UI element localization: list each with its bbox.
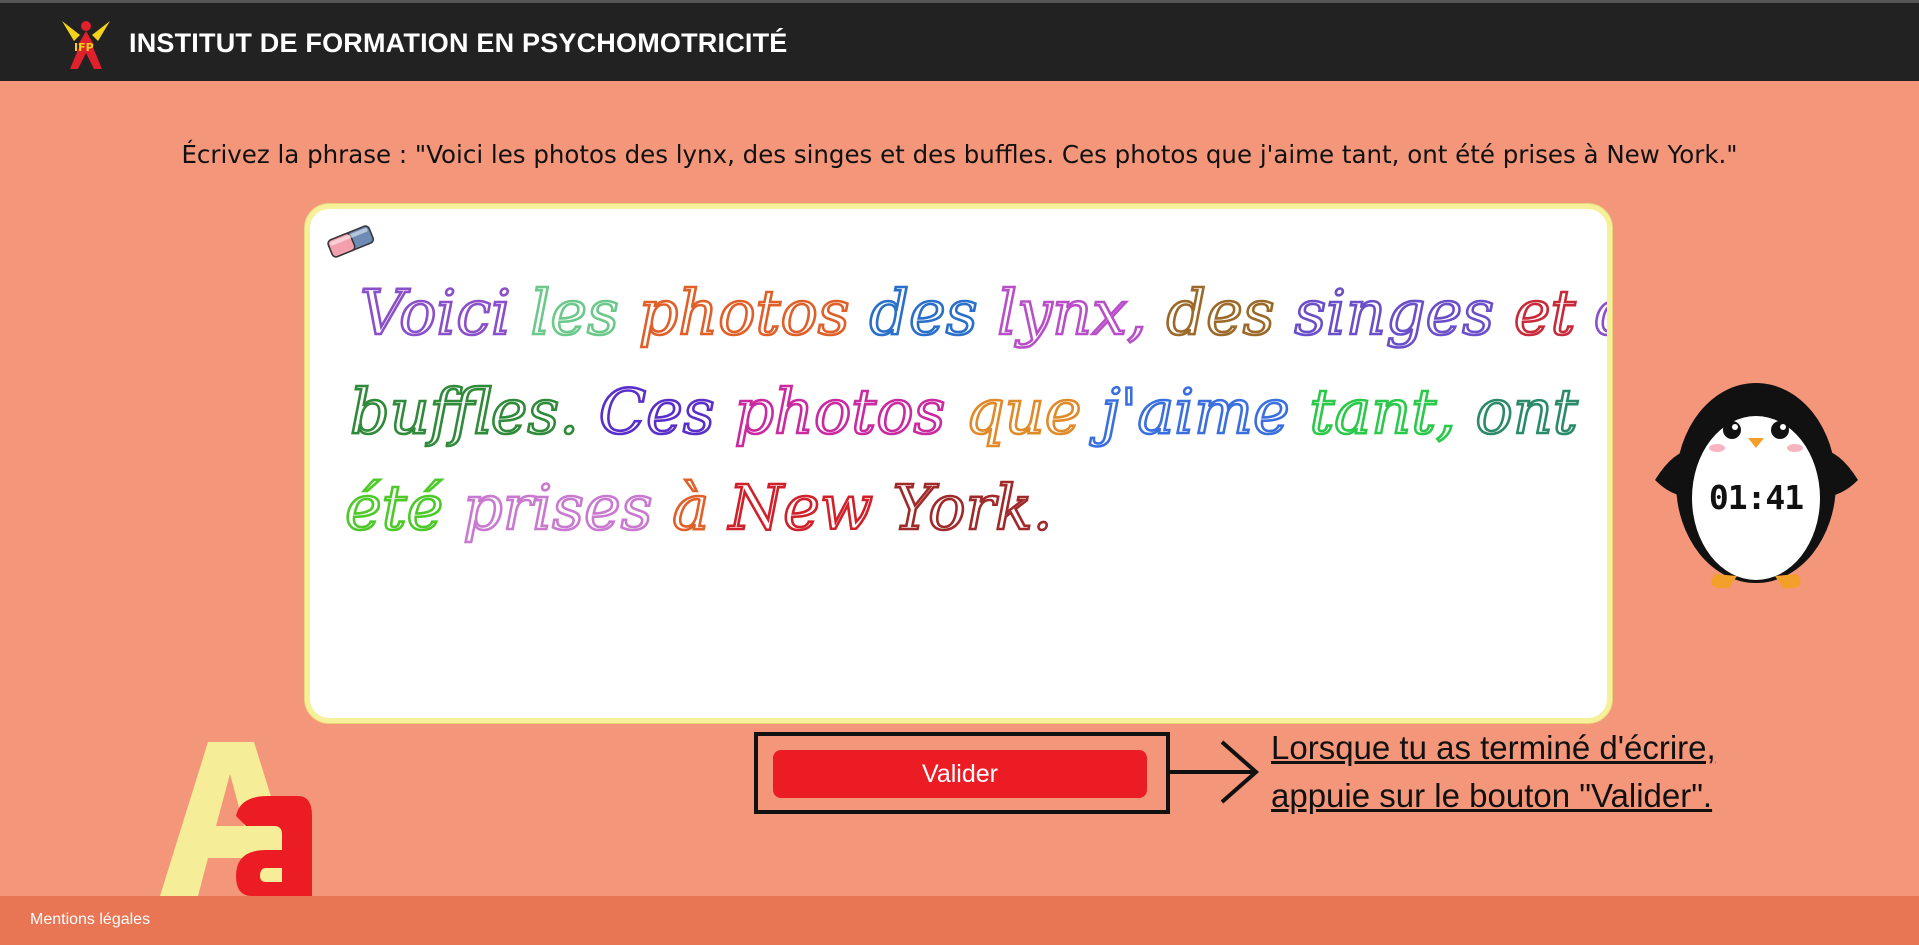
handwriting-layer[interactable]: Voici les photos des lynx, des singes et… [310, 209, 1607, 718]
legal-notice-link[interactable]: Mentions légales [30, 911, 150, 929]
site-title: INSTITUT DE FORMATION EN PSYCHOMOTRICITÉ [129, 28, 788, 58]
top-bar: IFP INSTITUT DE FORMATION EN PSYCHOMOTRI… [0, 0, 1919, 81]
ifp-logo-icon[interactable]: IFP [56, 15, 116, 75]
instruction-text: Écrivez la phrase : "Voici les photos de… [181, 140, 1738, 169]
hint-line-1: Lorsque tu as terminé d'écrire, [1271, 729, 1716, 766]
svg-text:IFP: IFP [74, 41, 94, 54]
validate-hint: Lorsque tu as terminé d'écrire, appuie s… [1271, 724, 1716, 820]
footer: Mentions légales [0, 896, 1919, 945]
handwritten-line: été prises à New York. [345, 471, 1052, 544]
font-letters-icon [160, 742, 312, 896]
arrow-icon [1170, 740, 1260, 804]
timer-display: 01:41 [1708, 478, 1804, 517]
hint-line-2: appuie sur le bouton "Valider". [1271, 777, 1713, 814]
writing-canvas[interactable]: Voici les photos des lynx, des singes et… [305, 204, 1612, 723]
validate-button[interactable]: Valider [773, 750, 1147, 798]
handwritten-line: Voici les photos des lynx, des singes et… [360, 276, 1607, 349]
handwritten-line: buffles. Ces photos que j'aime tant, ont [350, 375, 1578, 448]
